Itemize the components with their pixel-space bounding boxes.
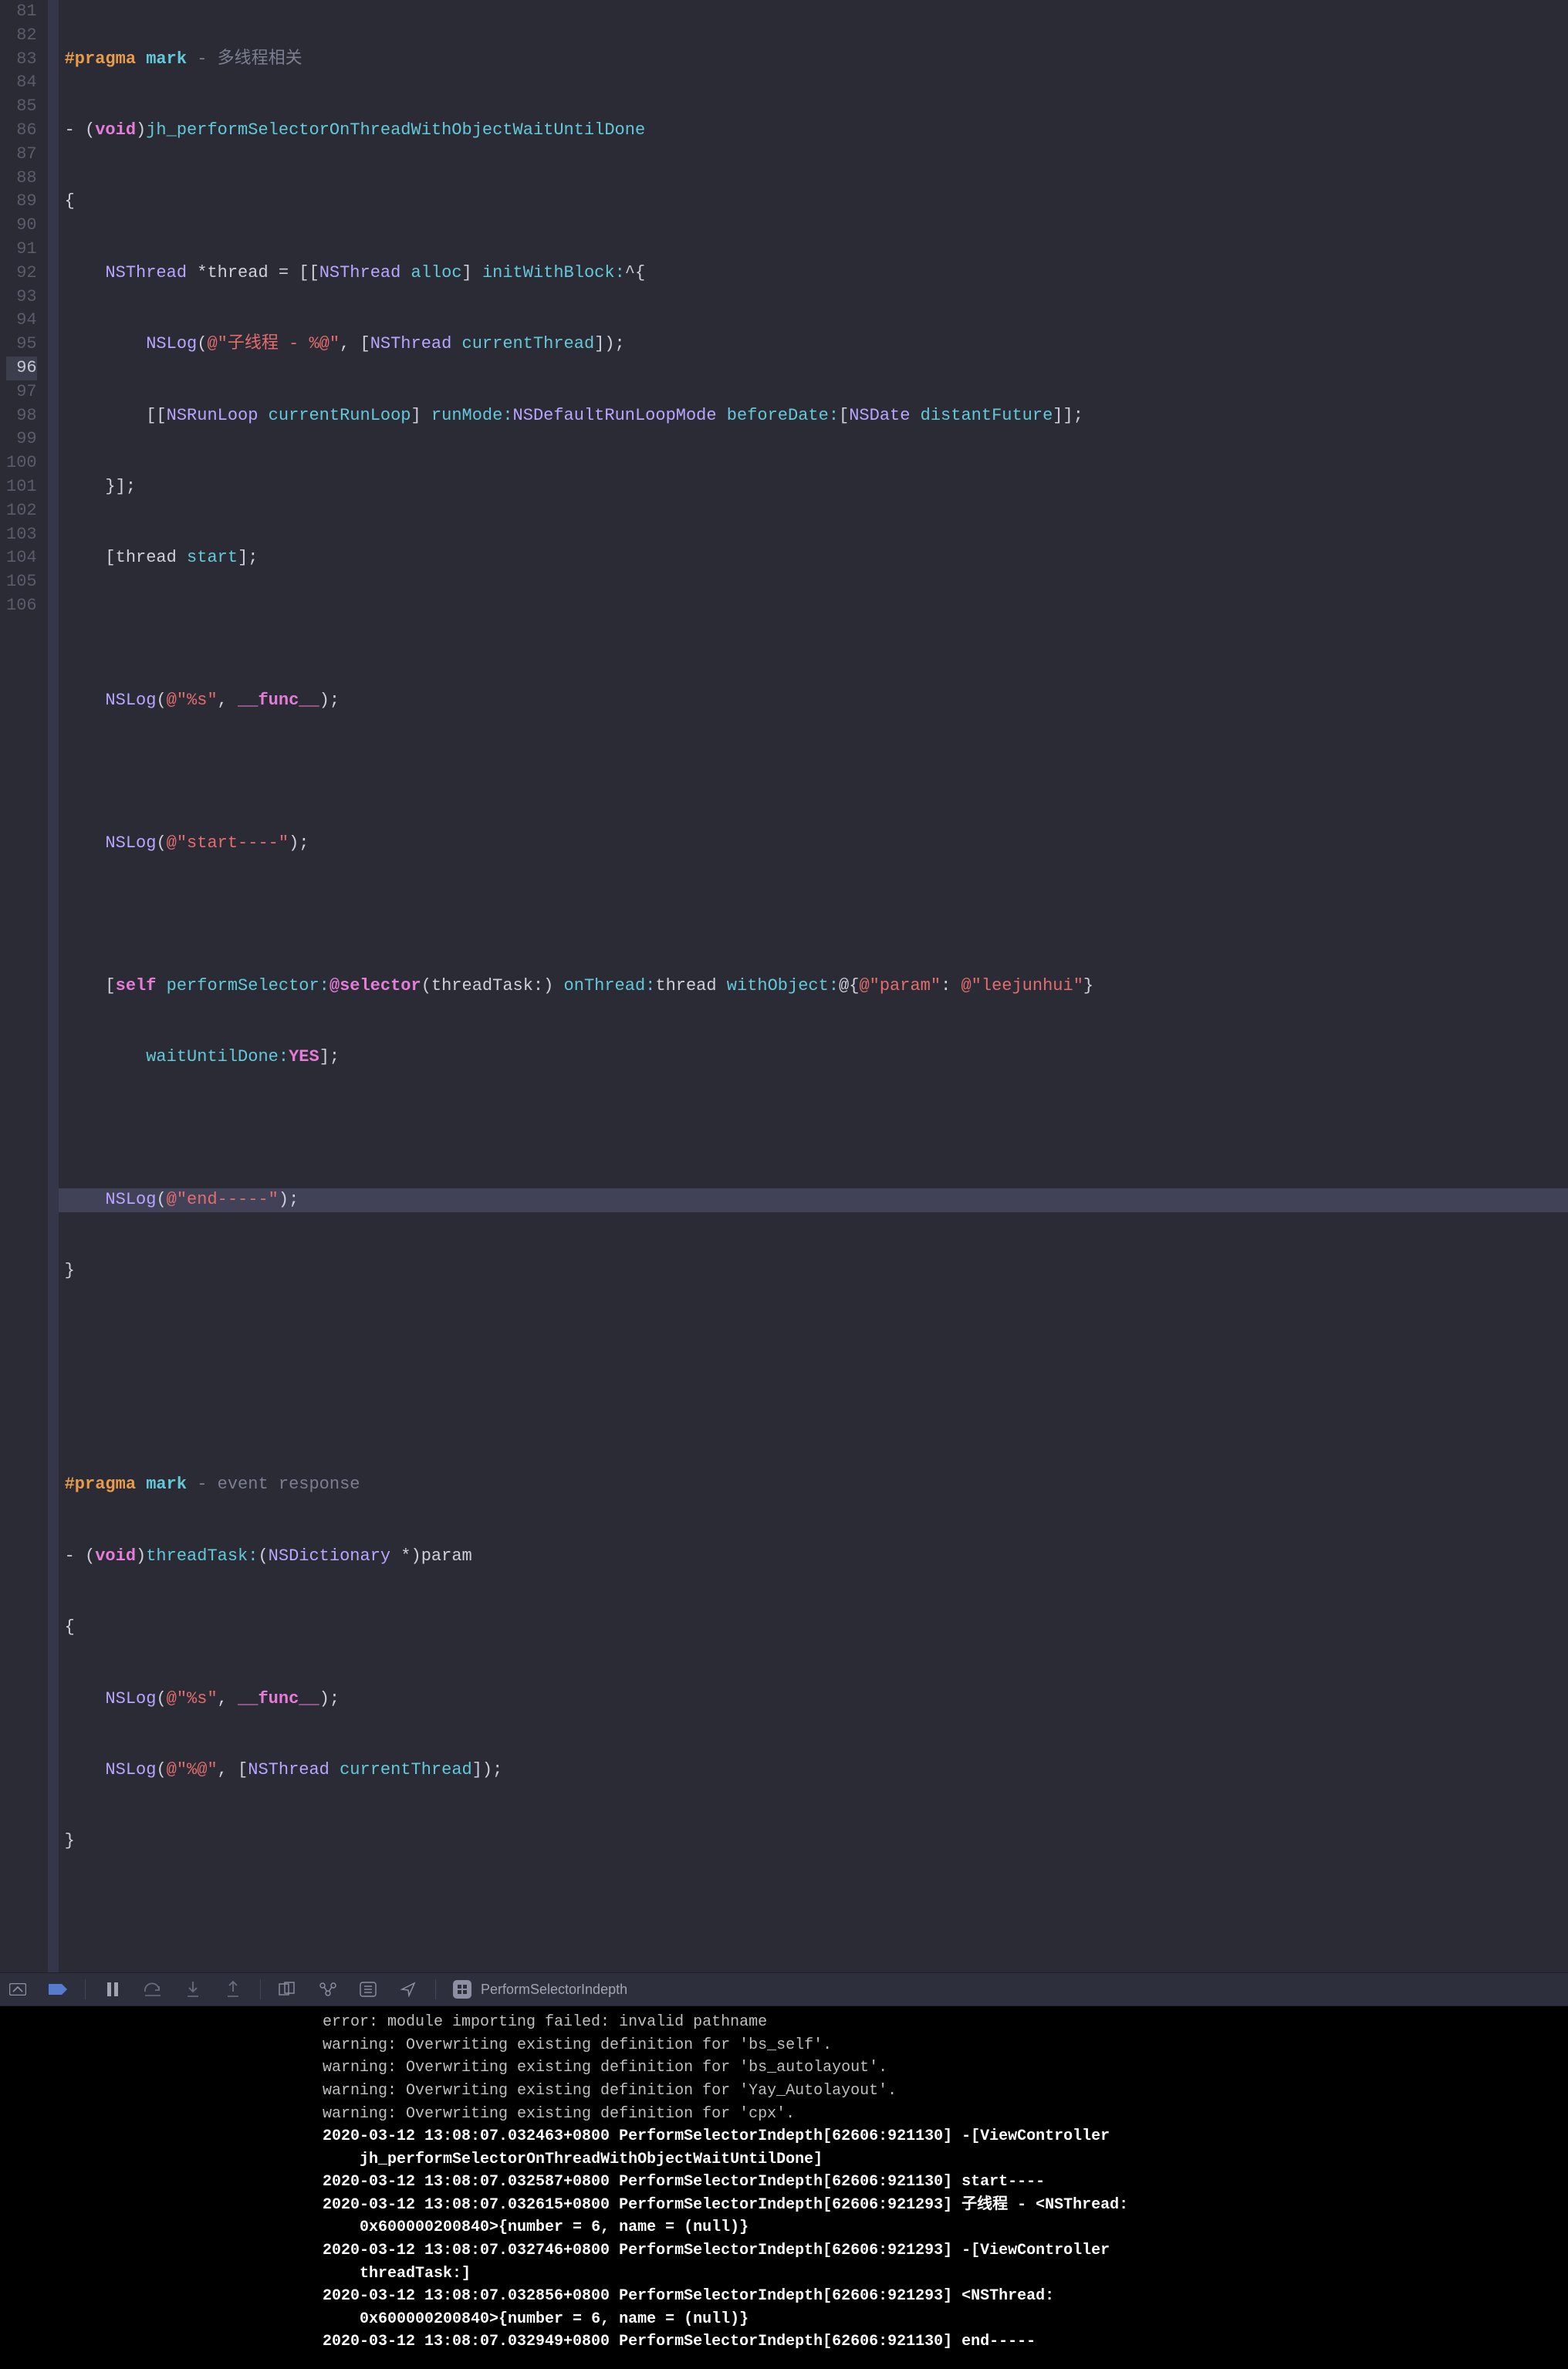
code-line	[65, 1402, 1568, 1426]
line-number[interactable]: 86	[6, 119, 37, 143]
debug-target-label[interactable]: PerformSelectorIndepth	[481, 1980, 627, 1999]
separator	[435, 1979, 436, 1999]
code-line: NSLog(@"%@", [NSThread currentThread]);	[65, 1759, 1568, 1783]
line-number[interactable]: 97	[6, 380, 37, 404]
code-line: [self performSelector:@selector(threadTa…	[65, 975, 1568, 999]
step-into-icon[interactable]	[183, 1979, 203, 1999]
code-line: - (void)threadTask:(NSDictionary *)param	[65, 1545, 1568, 1569]
line-number[interactable]: 95	[6, 333, 37, 357]
line-number[interactable]: 91	[6, 238, 37, 262]
environment-override-icon[interactable]	[358, 1979, 378, 1999]
fold-strip	[48, 0, 59, 1972]
debug-view-hierarchy-icon[interactable]	[278, 1979, 298, 1999]
console-line: warning: Overwriting existing definition…	[323, 2082, 897, 2100]
line-number[interactable]: 85	[6, 95, 37, 119]
line-number[interactable]: 82	[6, 24, 37, 48]
code-line	[65, 761, 1568, 785]
line-number[interactable]: 83	[6, 48, 37, 72]
console-line: 2020-03-12 13:08:07.032856+0800 PerformS…	[323, 2287, 1054, 2305]
code-line: }	[65, 1259, 1568, 1283]
console-line: jh_performSelectorOnThreadWithObjectWait…	[323, 2151, 823, 2168]
line-number[interactable]: 99	[6, 428, 37, 451]
code-line	[65, 618, 1568, 642]
line-number[interactable]: 93	[6, 286, 37, 309]
console-line: error: module importing failed: invalid …	[323, 2013, 767, 2031]
code-line: NSThread *thread = [[NSThread alloc] ini…	[65, 262, 1568, 286]
code-line: waitUntilDone:YES];	[65, 1046, 1568, 1070]
console-line: 2020-03-12 13:08:07.032949+0800 PerformS…	[323, 2333, 1036, 2350]
code-line: [[NSRunLoop currentRunLoop] runMode:NSDe…	[65, 404, 1568, 428]
code-line: [thread start];	[65, 546, 1568, 570]
code-line-current: NSLog(@"end-----");	[59, 1188, 1568, 1212]
console-line: warning: Overwriting existing definition…	[323, 2105, 795, 2123]
code-line: #pragma mark - event response	[65, 1473, 1568, 1497]
pause-continue-icon[interactable]	[103, 1979, 123, 1999]
separator	[260, 1979, 261, 1999]
step-out-icon[interactable]	[223, 1979, 243, 1999]
variables-pane[interactable]	[6, 2011, 323, 2354]
code-editor[interactable]: 8182838485868788899091929394959697989910…	[0, 0, 1568, 1972]
console-line: warning: Overwriting existing definition…	[323, 2036, 832, 2054]
code-line	[65, 1331, 1568, 1355]
code-line: }	[65, 1830, 1568, 1854]
line-number[interactable]: 104	[6, 546, 37, 570]
line-number[interactable]: 96	[6, 357, 37, 380]
line-number[interactable]: 102	[6, 499, 37, 523]
target-icon[interactable]	[453, 1980, 471, 1999]
line-number[interactable]: 94	[6, 309, 37, 333]
code-line	[65, 1901, 1568, 1925]
separator	[85, 1979, 86, 1999]
console-line: 0x600000200840>{number = 6, name = (null…	[323, 2310, 749, 2328]
console-line: threadTask:]	[323, 2265, 471, 2283]
code-line: #pragma mark - 多线程相关	[65, 48, 1568, 72]
line-number[interactable]: 98	[6, 404, 37, 428]
line-number[interactable]: 88	[6, 167, 37, 191]
line-number[interactable]: 101	[6, 475, 37, 499]
code-line: - (void)jh_performSelectorOnThreadWithOb…	[65, 119, 1568, 143]
code-line	[65, 903, 1568, 927]
debug-toolbar: PerformSelectorIndepth	[0, 1972, 1568, 2006]
code-line: {	[65, 1616, 1568, 1640]
simulate-location-icon[interactable]	[398, 1979, 418, 1999]
line-number[interactable]: 92	[6, 262, 37, 286]
debug-console[interactable]: error: module importing failed: invalid …	[0, 2006, 1568, 2369]
line-number-gutter: 8182838485868788899091929394959697989910…	[0, 0, 48, 1972]
code-line: NSLog(@"start----");	[65, 832, 1568, 856]
console-line: 2020-03-12 13:08:07.032615+0800 PerformS…	[323, 2196, 1128, 2214]
step-over-icon[interactable]	[143, 1979, 163, 1999]
code-line: NSLog(@"%s", __func__);	[65, 689, 1568, 713]
hide-debug-area-icon[interactable]	[8, 1979, 28, 1999]
line-number[interactable]: 89	[6, 190, 37, 214]
console-line: 2020-03-12 13:08:07.032587+0800 PerformS…	[323, 2173, 1045, 2191]
console-line: warning: Overwriting existing definition…	[323, 2059, 887, 2077]
code-line: NSLog(@"%s", __func__);	[65, 1688, 1568, 1712]
code-line	[65, 1117, 1568, 1141]
console-line: 2020-03-12 13:08:07.032746+0800 PerformS…	[323, 2242, 1110, 2259]
line-number[interactable]: 90	[6, 214, 37, 238]
console-output[interactable]: error: module importing failed: invalid …	[323, 2011, 1562, 2354]
line-number[interactable]: 84	[6, 71, 37, 95]
debug-memory-graph-icon[interactable]	[318, 1979, 338, 1999]
line-number[interactable]: 106	[6, 594, 37, 618]
line-number[interactable]: 87	[6, 143, 37, 167]
code-line: NSLog(@"子线程 - %@", [NSThread currentThre…	[65, 333, 1568, 357]
breakpoint-toggle-icon[interactable]	[48, 1979, 68, 1999]
line-number[interactable]: 81	[6, 0, 37, 24]
line-number[interactable]: 100	[6, 451, 37, 475]
code-line: {	[65, 190, 1568, 214]
console-line: 2020-03-12 13:08:07.032463+0800 PerformS…	[323, 2127, 1110, 2145]
code-line: }];	[65, 475, 1568, 499]
code-area[interactable]: #pragma mark - 多线程相关 - (void)jh_performS…	[59, 0, 1568, 1972]
line-number[interactable]: 105	[6, 570, 37, 594]
console-line: 0x600000200840>{number = 6, name = (null…	[323, 2219, 749, 2236]
line-number[interactable]: 103	[6, 523, 37, 547]
